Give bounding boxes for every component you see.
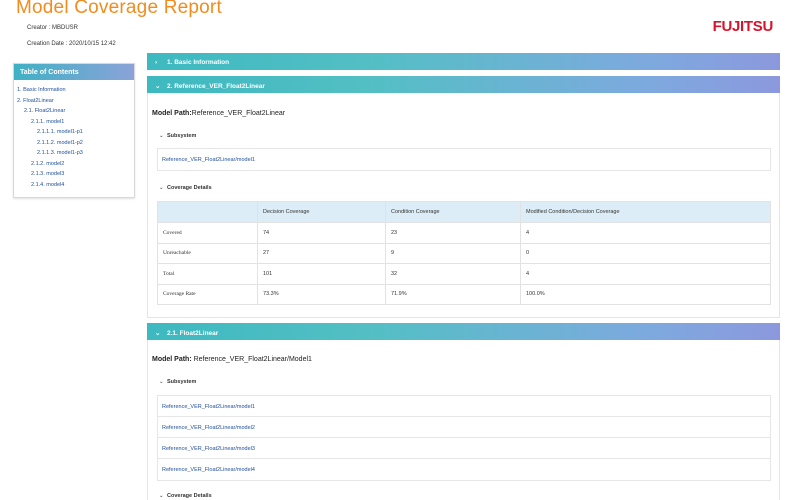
subsystem-link[interactable]: Reference_VER_Float2Linear/model1 xyxy=(158,396,770,417)
row-label-unreachable: Unreachable xyxy=(157,242,258,264)
table-cell: 32 xyxy=(385,263,521,285)
table-row: Total 101 32 4 xyxy=(157,263,771,285)
creation-date-label: Creation Date : 2020/10/15 12:42 xyxy=(27,41,116,47)
section-2-1-float2linear[interactable]: ⌄ 2.1. Float2Linear xyxy=(147,323,780,340)
chevron-right-icon: › xyxy=(155,59,158,66)
subsystem-link[interactable]: Reference_VER_Float2Linear/model4 xyxy=(158,459,770,480)
toc-list: 1. Basic Information 2. Float2Linear 2.1… xyxy=(14,80,134,190)
subsystem-list: Reference_VER_Float2Linear/model1 xyxy=(157,148,771,171)
toc-item-model2[interactable]: 2.1.2. model2 xyxy=(14,159,134,170)
caret-down-icon: ⌄ xyxy=(159,379,164,385)
header-mcdc-coverage: Modified Condition/Decision Coverage xyxy=(520,201,771,223)
model-path-label: Model Path: xyxy=(152,356,192,363)
table-row: Covered 74 23 4 xyxy=(157,222,771,244)
subsystem-heading: Subsystem xyxy=(167,379,197,385)
chevron-down-icon: ⌄ xyxy=(155,330,161,337)
header-condition-coverage: Condition Coverage xyxy=(385,201,521,223)
caret-down-icon: ⌄ xyxy=(159,133,164,139)
model-path-value: Reference_VER_Float2Linear xyxy=(191,110,286,117)
table-of-contents: Table of Contents 1. Basic Information 2… xyxy=(13,63,135,198)
model-path: Model Path:Reference_VER_Float2Linear xyxy=(152,110,285,117)
subsystem-toggle[interactable]: ⌄ Subsystem xyxy=(159,133,196,139)
header-decision-coverage: Decision Coverage xyxy=(257,201,386,223)
toc-item-model1-p1[interactable]: 2.1.1.1. model1-p1 xyxy=(14,127,134,138)
table-cell: 101 xyxy=(257,263,386,285)
row-label-total: Total xyxy=(157,263,258,285)
toc-item-model1-p2[interactable]: 2.1.1.2. model1-p2 xyxy=(14,138,134,149)
row-label-coverage-rate: Coverage Rate xyxy=(157,283,258,305)
reference-section-panel: Model Path:Reference_VER_Float2Linear ⌄ S… xyxy=(147,93,780,318)
coverage-heading: Coverage Details xyxy=(167,493,212,499)
table-header-row: Decision Coverage Condition Coverage Mod… xyxy=(157,201,771,223)
table-cell: 74 xyxy=(257,222,386,244)
model-path-label: Model Path: xyxy=(152,110,192,117)
table-cell: 0 xyxy=(520,242,771,264)
report-title: Model Coverage Report xyxy=(16,0,222,18)
table-cell: 4 xyxy=(520,222,771,244)
subsystem-heading: Subsystem xyxy=(167,133,197,139)
section-reference-ver-float2linear[interactable]: ⌄ 2. Reference_VER_Float2Linear xyxy=(147,76,780,93)
subsystem-link[interactable]: Reference_VER_Float2Linear/model3 xyxy=(158,438,770,459)
coverage-details-toggle[interactable]: ⌄ Coverage Details xyxy=(159,493,212,499)
row-label-covered: Covered xyxy=(157,222,258,244)
table-cell: 4 xyxy=(520,263,771,285)
table-cell: 100.0% xyxy=(520,283,771,305)
caret-down-icon: ⌄ xyxy=(159,493,164,499)
section-label: 1. Basic Information xyxy=(167,59,230,66)
table-cell: 27 xyxy=(257,242,386,264)
subsystem-toggle[interactable]: ⌄ Subsystem xyxy=(159,379,196,385)
section-label: 2. Reference_VER_Float2Linear xyxy=(167,83,265,90)
table-row: Unreachable 27 9 0 xyxy=(157,242,771,264)
coverage-details-toggle[interactable]: ⌄ Coverage Details xyxy=(159,185,212,191)
table-cell: 9 xyxy=(385,242,521,264)
section-label: 2.1. Float2Linear xyxy=(167,330,219,337)
caret-down-icon: ⌄ xyxy=(159,185,164,191)
fujitsu-logo: FUJITSU xyxy=(712,18,774,35)
coverage-heading: Coverage Details xyxy=(167,185,212,191)
chevron-down-icon: ⌄ xyxy=(155,83,161,90)
toc-item-float2linear[interactable]: 2. Float2Linear xyxy=(14,96,134,107)
model-path: Model Path: Reference_VER_Float2Linear/M… xyxy=(152,356,312,363)
toc-item-2-1-float2linear[interactable]: 2.1. Float2Linear xyxy=(14,106,134,117)
coverage-table: Decision Coverage Condition Coverage Mod… xyxy=(157,201,771,305)
model-path-value: Reference_VER_Float2Linear/Model1 xyxy=(191,356,312,363)
table-row: Coverage Rate 73.3% 71.9% 100.0% xyxy=(157,283,771,305)
header-empty xyxy=(157,201,258,223)
float2linear-section-panel: Model Path: Reference_VER_Float2Linear/M… xyxy=(147,340,780,500)
table-cell: 23 xyxy=(385,222,521,244)
table-cell: 73.3% xyxy=(257,283,386,305)
toc-header: Table of Contents xyxy=(14,64,134,80)
subsystem-link[interactable]: Reference_VER_Float2Linear/model2 xyxy=(158,417,770,438)
toc-item-model3[interactable]: 2.1.3. model3 xyxy=(14,169,134,180)
toc-item-basic-information[interactable]: 1. Basic Information xyxy=(14,85,134,96)
section-basic-information[interactable]: › 1. Basic Information xyxy=(147,53,780,70)
table-cell: 71.9% xyxy=(385,283,521,305)
subsystem-link[interactable]: Reference_VER_Float2Linear/model1 xyxy=(158,149,770,170)
subsystem-list: Reference_VER_Float2Linear/model1 Refere… xyxy=(157,395,771,481)
creator-label: Creator : MBDUSR xyxy=(27,25,79,31)
toc-item-model4[interactable]: 2.1.4. model4 xyxy=(14,180,134,191)
toc-item-model1-p3[interactable]: 2.1.1.3. model1-p3 xyxy=(14,148,134,159)
toc-item-model1[interactable]: 2.1.1. model1 xyxy=(14,117,134,128)
